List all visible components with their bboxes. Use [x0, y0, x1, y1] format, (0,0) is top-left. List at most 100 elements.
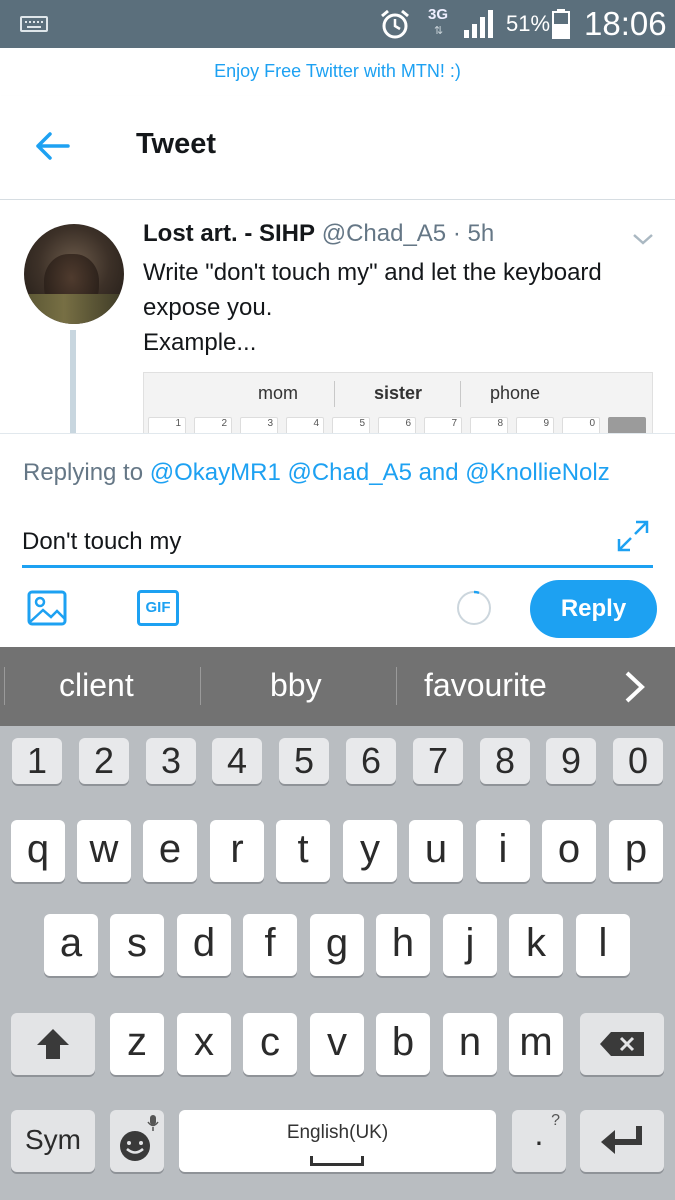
enter-icon [601, 1126, 642, 1154]
clock: 18:06 [584, 5, 667, 42]
emoji-key[interactable] [110, 1110, 164, 1172]
expand-icon[interactable] [615, 518, 651, 554]
key-2[interactable]: 2 [79, 738, 129, 784]
promo-banner[interactable]: Enjoy Free Twitter with MTN! :) [0, 48, 675, 96]
keyboard-suggestion-bar: client bby favourite [0, 647, 675, 726]
reply-composer: Replying to @OkayMR1 @Chad_A5 and @Knoll… [0, 433, 675, 647]
suggestion-item[interactable]: favourite [424, 667, 547, 704]
key-z[interactable]: z [110, 1013, 164, 1075]
tweet-line: Example... [143, 329, 257, 356]
signal-icon [464, 10, 493, 38]
image-key: 4 [286, 417, 324, 433]
key-m[interactable]: m [509, 1013, 563, 1075]
key-e[interactable]: e [143, 820, 197, 882]
replying-prefix: Replying to [23, 459, 144, 486]
key-c[interactable]: c [243, 1013, 297, 1075]
status-bar: 3G ⇅ 51% 18:06 [0, 0, 675, 48]
key-d[interactable]: d [177, 914, 231, 976]
battery-percent: 51% [506, 11, 551, 36]
key-4[interactable]: 4 [212, 738, 262, 784]
key-t[interactable]: t [276, 820, 330, 882]
key-q[interactable]: q [11, 820, 65, 882]
key-h[interactable]: h [376, 914, 430, 976]
period-key[interactable]: . ? [512, 1110, 566, 1172]
key-1[interactable]: 1 [12, 738, 62, 784]
image-key: 7 [424, 417, 462, 433]
avatar[interactable] [24, 224, 124, 324]
key-f[interactable]: f [243, 914, 297, 976]
tweet-line: expose you. [143, 294, 273, 321]
image-key: 1 [148, 417, 186, 433]
backspace-key[interactable] [580, 1013, 664, 1075]
key-u[interactable]: u [409, 820, 463, 882]
chevron-down-icon[interactable] [632, 232, 654, 246]
shift-key[interactable] [11, 1013, 95, 1075]
image-suggestion: phone [490, 383, 541, 403]
key-j[interactable]: j [443, 914, 497, 976]
image-key-backspace [608, 417, 646, 433]
reply-button[interactable]: Reply [530, 580, 657, 638]
replying-to: Replying to @OkayMR1 @Chad_A5 and @Knoll… [23, 459, 610, 487]
image-suggestion: mom [258, 383, 298, 403]
battery-icon [552, 9, 570, 39]
page-title: Tweet [136, 128, 217, 160]
tweet-image[interactable]: mom sister phone 1 2 3 4 5 6 7 8 9 0 [143, 372, 653, 433]
enter-key[interactable] [580, 1110, 664, 1172]
key-b[interactable]: b [376, 1013, 430, 1075]
image-key: 8 [470, 417, 508, 433]
image-divider [334, 381, 335, 407]
key-5[interactable]: 5 [279, 738, 329, 784]
gif-icon[interactable]: GIF [137, 590, 179, 626]
alarm-icon [381, 9, 409, 39]
key-y[interactable]: y [343, 820, 397, 882]
key-9[interactable]: 9 [546, 738, 596, 784]
key-w[interactable]: w [77, 820, 131, 882]
keyboard-icon [20, 16, 48, 32]
suggestion-divider [396, 667, 397, 705]
image-suggestion: sister [374, 383, 423, 403]
key-l[interactable]: l [576, 914, 630, 976]
key-r[interactable]: r [210, 820, 264, 882]
key-7[interactable]: 7 [413, 738, 463, 784]
image-divider [460, 381, 461, 407]
back-arrow-icon[interactable] [32, 126, 72, 166]
key-p[interactable]: p [609, 820, 663, 882]
tweet-line: Write "don't touch my" and let the keybo… [143, 259, 602, 286]
network-type: 3G [428, 6, 449, 23]
space-key-label: English(UK) [286, 1122, 389, 1143]
space-key[interactable]: English(UK) [179, 1110, 496, 1172]
suggestion-item[interactable]: client [59, 667, 134, 704]
period-key-label: . [534, 1116, 544, 1152]
key-k[interactable]: k [509, 914, 563, 976]
backspace-icon [600, 1032, 644, 1056]
key-a[interactable]: a [44, 914, 98, 976]
key-n[interactable]: n [443, 1013, 497, 1075]
key-s[interactable]: s [110, 914, 164, 976]
key-0[interactable]: 0 [613, 738, 663, 784]
key-6[interactable]: 6 [346, 738, 396, 784]
image-icon[interactable] [27, 588, 67, 628]
keyboard: 1 2 3 4 5 6 7 8 9 0 q w e r t y u i o p … [0, 726, 675, 1200]
suggestion-item[interactable]: bby [270, 667, 322, 704]
replying-handles[interactable]: @OkayMR1 @Chad_A5 and @KnollieNolz [150, 459, 610, 486]
suggestion-divider [200, 667, 201, 705]
space-icon [310, 1156, 364, 1166]
image-key: 0 [562, 417, 600, 433]
chevron-right-icon[interactable] [620, 669, 650, 705]
period-key-hint: ? [551, 1112, 560, 1129]
key-i[interactable]: i [476, 820, 530, 882]
image-key: 6 [378, 417, 416, 433]
key-8[interactable]: 8 [480, 738, 530, 784]
tweet[interactable]: Lost art. - SIHP @Chad_A5 · 5h Write "do… [0, 200, 675, 433]
author-handle[interactable]: @Chad_A5 [322, 220, 446, 247]
tweet-text: Write "don't touch my" and let the keybo… [143, 255, 643, 360]
sym-key[interactable]: Sym [11, 1110, 95, 1172]
key-3[interactable]: 3 [146, 738, 196, 784]
reply-input[interactable] [22, 512, 653, 568]
key-g[interactable]: g [310, 914, 364, 976]
key-x[interactable]: x [177, 1013, 231, 1075]
key-v[interactable]: v [310, 1013, 364, 1075]
key-o[interactable]: o [542, 820, 596, 882]
author-name[interactable]: Lost art. - SIHP [143, 220, 315, 247]
progress-ring-icon [457, 590, 491, 625]
